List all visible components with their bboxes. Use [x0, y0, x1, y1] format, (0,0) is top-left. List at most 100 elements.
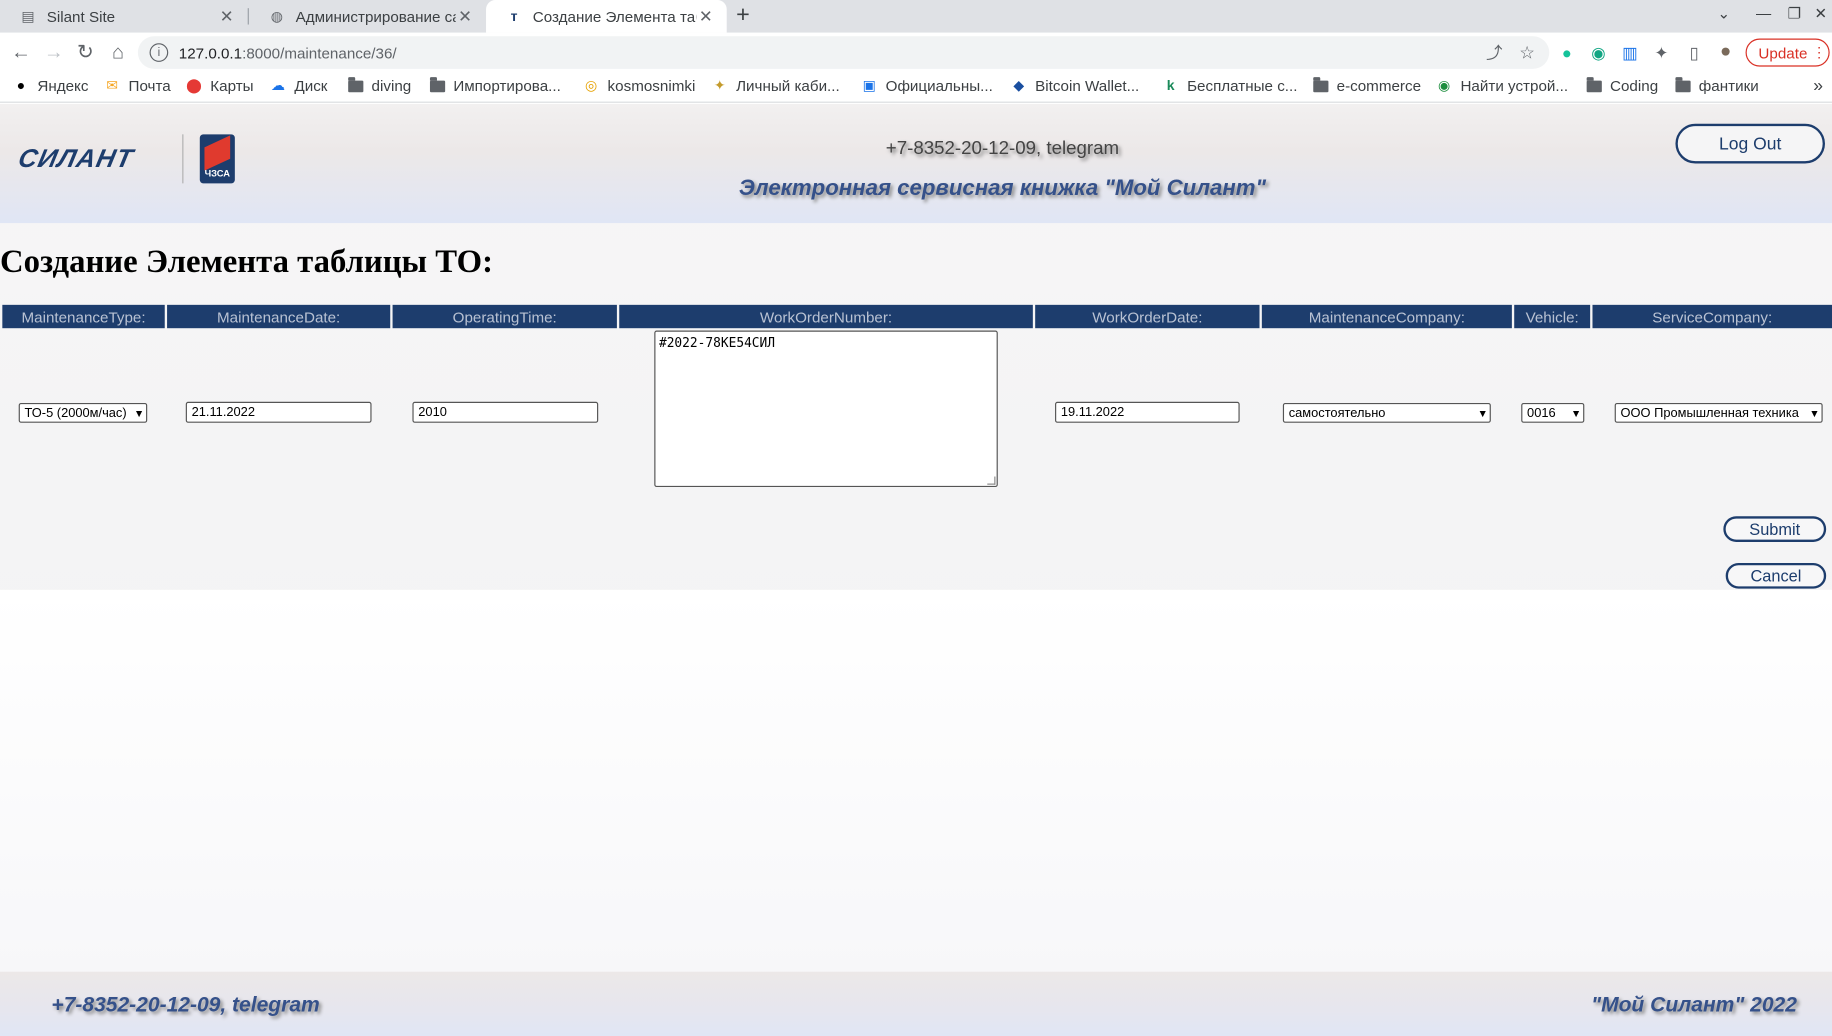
share-icon[interactable]: ⤴: [1481, 40, 1507, 66]
bookmark-label: Личный каби...: [736, 76, 840, 95]
bookmark-diving[interactable]: diving: [346, 76, 411, 95]
globe-icon: ◎: [585, 77, 598, 94]
folder-icon: [346, 76, 365, 95]
column-header: MaintenanceDate:: [167, 304, 391, 329]
silant-icon: ᴛ: [510, 8, 518, 25]
url-host: 127.0.0.1: [178, 43, 243, 62]
bookmarks-bar: ● Яндекс ✉ Почта ⬤ Карты ☁ Диск diving Импор…: [0, 72, 1832, 103]
close-tab-icon[interactable]: ✕: [217, 6, 236, 26]
bookmark-yandex[interactable]: ● Яндекс: [12, 76, 89, 95]
submit-button[interactable]: Submit: [1723, 516, 1827, 542]
tab-admin[interactable]: ◍ Администрирование сай ✕: [249, 0, 486, 33]
forward-icon[interactable]: →: [41, 40, 67, 66]
bookmark-cabinet[interactable]: ✦ Личный каби...: [710, 76, 840, 95]
bookmark-disk[interactable]: ☁ Диск: [269, 76, 328, 95]
tab-title: Создание Элемента табл: [532, 7, 697, 26]
extension-g-icon[interactable]: ◉: [1585, 40, 1611, 66]
bookmark-official[interactable]: ▣ Официальны...: [860, 76, 993, 95]
folder-icon: [428, 76, 447, 95]
bookmark-label: Coding: [1610, 76, 1659, 95]
profile-avatar[interactable]: ●: [1713, 40, 1739, 66]
bookmark-fantiki[interactable]: фантики: [1673, 76, 1759, 95]
reload-icon[interactable]: ↻: [72, 40, 98, 66]
chevron-down-icon: ▼: [133, 407, 145, 419]
column-header: OperatingTime:: [392, 304, 617, 329]
service-company-select[interactable]: ООО Промышленная техника ▼: [1614, 402, 1823, 423]
bookmark-label: diving: [371, 76, 412, 95]
bookmark-find-device[interactable]: ◉ Найти устрой...: [1435, 76, 1568, 95]
chevron-down-icon: ▼: [1570, 407, 1582, 419]
url-path: :8000/maintenance/36/: [242, 43, 397, 62]
header-subtitle: Электронная сервисная книжка "Мой Силант…: [738, 176, 1267, 201]
tab-search-icon[interactable]: ⌄: [1718, 5, 1731, 24]
vehicle-select[interactable]: 0016 ▼: [1521, 402, 1585, 423]
browser-tab-bar: ▤ Silant Site ✕ ◍ Администрирование сай …: [0, 0, 1832, 33]
new-tab-icon[interactable]: +: [736, 2, 750, 29]
maintenance-type-select[interactable]: ТО-5 (2000м/час) ▼: [18, 402, 148, 423]
yandex-icon: ●: [16, 77, 26, 94]
page-title: Создание Элемента таблицы ТО:: [0, 244, 494, 281]
tab-create-element[interactable]: ᴛ Создание Элемента табл ✕: [486, 0, 727, 33]
bookmark-label: Карты: [210, 76, 254, 95]
cancel-button[interactable]: Cancel: [1725, 562, 1827, 589]
close-window-icon[interactable]: ✕: [1814, 5, 1827, 24]
bookmark-label: Диск: [294, 76, 328, 95]
chevron-down-icon: ▼: [1477, 407, 1488, 419]
bookmark-ecommerce[interactable]: e-commerce: [1311, 76, 1421, 95]
grammarly-icon[interactable]: ●: [1554, 40, 1580, 66]
disk-icon: ☁: [271, 77, 286, 94]
bookmark-coding[interactable]: Coding: [1584, 76, 1658, 95]
column-header: WorkOrderDate:: [1035, 304, 1260, 329]
bookmark-label: Почта: [128, 76, 171, 95]
work-order-date-field[interactable]: 19.11.2022: [1055, 401, 1240, 423]
back-icon[interactable]: ←: [8, 40, 34, 66]
maintenance-date-field[interactable]: 21.11.2022: [185, 401, 372, 423]
bookmark-bitcoin[interactable]: ◆ Bitcoin Wallet...: [1009, 76, 1139, 95]
restore-icon[interactable]: ❐: [1788, 5, 1802, 24]
bookmark-label: e-commerce: [1336, 76, 1422, 95]
column-header: MaintenanceType:: [2, 304, 165, 329]
update-button[interactable]: Update ⋮: [1745, 38, 1830, 67]
folder-icon: [1673, 76, 1692, 95]
logout-button[interactable]: Log Out: [1675, 123, 1825, 164]
more-bookmarks-icon[interactable]: »: [1813, 76, 1823, 96]
column-header: MaintenanceCompany:: [1261, 304, 1512, 329]
analytics-icon[interactable]: ▥: [1617, 40, 1643, 66]
home-icon[interactable]: ⌂: [105, 40, 131, 66]
bookmark-kosmosnimki[interactable]: ◎ kosmosnimki: [582, 76, 695, 95]
bookmark-star-icon[interactable]: ☆: [1514, 40, 1540, 66]
side-panel-icon[interactable]: ▯: [1681, 40, 1707, 66]
tab-title: Администрирование сай: [295, 7, 456, 26]
bookmark-label: Найти устрой...: [1460, 76, 1569, 95]
work-order-number-textarea[interactable]: #2022-78КЕ54СИЛ: [654, 330, 998, 488]
site-info-icon[interactable]: i: [149, 43, 169, 62]
close-tab-icon[interactable]: ✕: [456, 6, 475, 26]
bookmark-free[interactable]: k Бесплатные с...: [1161, 76, 1298, 95]
bookmark-label: Официальны...: [885, 76, 993, 95]
tab-title: Silant Site: [46, 7, 116, 26]
select-value: 0016: [1527, 405, 1556, 420]
doc-icon: ▤: [21, 8, 35, 25]
address-bar[interactable]: i 127.0.0.1:8000/maintenance/36/: [137, 36, 1550, 69]
bookmark-mail[interactable]: ✉ Почта: [103, 76, 171, 95]
select-value: самостоятельно: [1288, 405, 1386, 420]
emblem-icon: ✦: [713, 77, 726, 94]
map-pin-icon: ⬤: [186, 77, 202, 94]
operating-time-field[interactable]: 2010: [412, 401, 599, 423]
maintenance-company-select[interactable]: самостоятельно ▼: [1282, 402, 1491, 423]
select-value: ООО Промышленная техника: [1620, 405, 1799, 420]
bookmark-imported[interactable]: Импортирова...: [428, 76, 561, 95]
site-header: СИЛАНТ ЧЗСА +7-8352-20-12-09, telegram Э…: [0, 103, 1832, 224]
extensions-puzzle-icon[interactable]: ✦: [1649, 40, 1675, 66]
bookmark-maps[interactable]: ⬤ Карты: [185, 76, 254, 95]
bookmark-label: Bitcoin Wallet...: [1035, 76, 1140, 95]
select-value: ТО-5 (2000м/час): [24, 405, 127, 420]
close-tab-icon[interactable]: ✕: [696, 6, 715, 26]
menu-dots-icon: ⋮: [1812, 44, 1827, 61]
tab-silant-site[interactable]: ▤ Silant Site ✕: [0, 0, 248, 33]
chevron-down-icon: ▼: [1809, 407, 1820, 419]
mail-icon: ✉: [106, 77, 119, 94]
column-header: Vehicle:: [1514, 304, 1591, 329]
site-footer: +7-8352-20-12-09, telegram "Мой Силант" …: [0, 971, 1832, 1036]
minimize-icon[interactable]: —: [1756, 5, 1771, 23]
